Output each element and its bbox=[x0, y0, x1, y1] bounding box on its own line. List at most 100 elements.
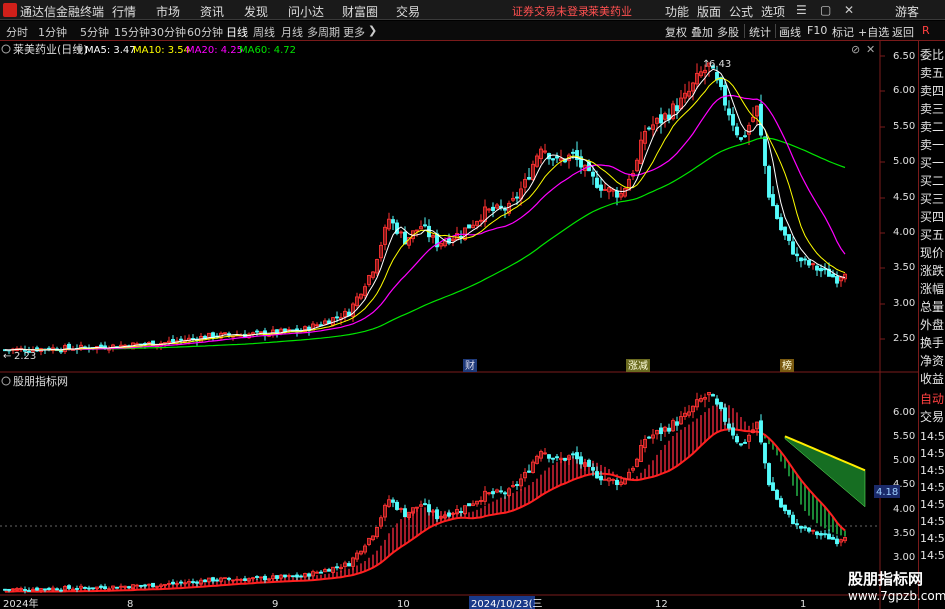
chevron-right-icon[interactable]: ❯ bbox=[368, 24, 377, 37]
indicator-candle bbox=[595, 471, 599, 479]
quote-label[interactable]: 净资 bbox=[920, 352, 945, 370]
price-candle bbox=[835, 276, 839, 284]
panel-toggle-icon[interactable]: R bbox=[922, 24, 930, 37]
rank-tag[interactable]: 榜 bbox=[782, 359, 792, 372]
menu-function[interactable]: 功能 bbox=[665, 3, 689, 20]
quote-label[interactable]: 总量 bbox=[920, 298, 945, 316]
period-daily[interactable]: 日线 bbox=[226, 24, 248, 40]
quote-label[interactable]: 收益 bbox=[920, 370, 945, 388]
quote-label[interactable]: 买二 bbox=[920, 172, 945, 190]
menu-trade[interactable]: 交易 bbox=[396, 3, 420, 20]
indicator-candle bbox=[171, 581, 175, 585]
indicator-candle bbox=[307, 573, 311, 577]
menu-market[interactable]: 市场 bbox=[156, 3, 180, 20]
toolbar-overlay[interactable]: 叠加 bbox=[691, 24, 713, 40]
quote-label[interactable]: 委比 bbox=[920, 46, 945, 64]
high-price-marker: 6.43 bbox=[709, 59, 731, 70]
indicator-candle bbox=[767, 463, 771, 486]
toolbar-draw[interactable]: 画线 bbox=[779, 24, 801, 40]
quote-label[interactable]: 涨幅 bbox=[920, 280, 945, 298]
chart-settings-icon[interactable] bbox=[1, 44, 11, 54]
indicator-candle bbox=[395, 501, 399, 510]
indicator-candle bbox=[255, 576, 259, 578]
period-1min[interactable]: 1分钟 bbox=[38, 24, 67, 40]
maximize-icon[interactable]: ▢ bbox=[820, 3, 831, 17]
y-tick: 5.00 bbox=[893, 455, 915, 466]
close-icon[interactable]: ✕ bbox=[844, 3, 854, 17]
menu-formula[interactable]: 公式 bbox=[729, 3, 753, 20]
toolbar-divider bbox=[744, 24, 745, 38]
indicator-candle bbox=[571, 453, 575, 456]
auto-tab[interactable]: 自动 bbox=[920, 390, 945, 408]
quote-label[interactable]: 现价 bbox=[920, 244, 945, 262]
toolbar-add-watchlist[interactable]: +自选 bbox=[858, 24, 889, 40]
finance-tag[interactable]: 财 bbox=[465, 359, 475, 372]
indicator-candle bbox=[775, 489, 779, 500]
quote-label[interactable]: 卖一 bbox=[920, 136, 945, 154]
period-multi[interactable]: 多周期 bbox=[307, 24, 340, 40]
y-tick: 4.00 bbox=[893, 504, 915, 515]
indicator-settings-icon[interactable] bbox=[1, 376, 11, 386]
indicator-candle bbox=[759, 420, 763, 443]
price-candle bbox=[647, 127, 651, 130]
quote-label[interactable]: 卖五 bbox=[920, 64, 945, 82]
toolbar-mark[interactable]: 标记 bbox=[832, 24, 854, 40]
menu-wealth[interactable]: 财富圈 bbox=[342, 3, 378, 20]
price-candle bbox=[59, 350, 63, 353]
indicator-candle bbox=[43, 588, 47, 591]
period-intraday[interactable]: 分时 bbox=[6, 24, 28, 40]
collapse-icon[interactable]: ⊘ bbox=[851, 43, 860, 56]
pane-close-icon[interactable]: ✕ bbox=[866, 43, 875, 56]
price-candle bbox=[615, 190, 619, 198]
quote-label[interactable]: 涨跌 bbox=[920, 262, 945, 280]
toolbar-multi-stock[interactable]: 多股 bbox=[717, 24, 739, 40]
toolbar-stats[interactable]: 统计 bbox=[749, 24, 771, 40]
quote-label[interactable]: 外盘 bbox=[920, 316, 945, 334]
period-5min[interactable]: 5分钟 bbox=[80, 24, 109, 40]
menu-options[interactable]: 选项 bbox=[761, 3, 785, 20]
toolbar-back[interactable]: 返回 bbox=[892, 24, 914, 40]
kline-chart[interactable]: 莱美药业(日线) ▼ MA5: 3.47 MA10: 3.54 MA20: 4.… bbox=[0, 41, 918, 609]
login-notice[interactable]: 证券交易未登录 bbox=[512, 3, 589, 19]
price-candle bbox=[791, 241, 795, 255]
indicator-candle bbox=[227, 577, 231, 580]
toolbar-restore-rights[interactable]: 复权 bbox=[665, 24, 687, 40]
quote-label[interactable]: 卖三 bbox=[920, 100, 945, 118]
price-candle bbox=[831, 273, 835, 278]
quote-label[interactable]: 卖二 bbox=[920, 118, 945, 136]
trade-tab[interactable]: 交易 bbox=[920, 408, 945, 426]
period-60min[interactable]: 60分钟 bbox=[187, 24, 223, 40]
period-more[interactable]: 更多 bbox=[343, 24, 365, 40]
indicator-candle bbox=[83, 586, 87, 589]
quote-label[interactable]: 买三 bbox=[920, 190, 945, 208]
indicator-candle bbox=[115, 586, 119, 589]
period-30min[interactable]: 30分钟 bbox=[150, 24, 186, 40]
quote-panel: 委比 卖五 卖四 卖三 卖二 卖一 买一 买二 买三 买四 买五 现价 涨跌 涨… bbox=[918, 41, 945, 609]
menu-news[interactable]: 资讯 bbox=[200, 3, 224, 20]
indicator-candle bbox=[215, 579, 219, 582]
dropdown-icon[interactable]: ▼ bbox=[76, 46, 83, 56]
quote-label[interactable]: 换手 bbox=[920, 334, 945, 352]
quote-label[interactable]: 买五 bbox=[920, 226, 945, 244]
period-monthly[interactable]: 月线 bbox=[281, 24, 303, 40]
toolbar-f10[interactable]: F10 bbox=[807, 24, 827, 37]
price-candle bbox=[503, 208, 507, 211]
menu-discover[interactable]: 发现 bbox=[244, 3, 268, 20]
menu-quotes[interactable]: 行情 bbox=[112, 3, 136, 20]
ma5-label: MA5: 3.47 bbox=[85, 45, 136, 56]
period-15min[interactable]: 15分钟 bbox=[114, 24, 150, 40]
price-candle bbox=[787, 234, 791, 241]
indicator-candle bbox=[143, 584, 147, 587]
settings-icon[interactable]: ☰ bbox=[796, 3, 807, 17]
quote-label[interactable]: 买一 bbox=[920, 154, 945, 172]
price-candle bbox=[795, 253, 799, 257]
limit-tag[interactable]: 涨减 bbox=[628, 360, 648, 372]
period-weekly[interactable]: 周线 bbox=[253, 24, 275, 40]
menu-layout[interactable]: 版面 bbox=[697, 3, 721, 20]
indicator-candle bbox=[667, 427, 671, 432]
tick-time: 14:56 bbox=[920, 430, 945, 443]
guest-account[interactable]: 游客 bbox=[895, 3, 919, 20]
quote-label[interactable]: 买四 bbox=[920, 208, 945, 226]
quote-label[interactable]: 卖四 bbox=[920, 82, 945, 100]
menu-ask[interactable]: 问小达 bbox=[288, 3, 324, 20]
